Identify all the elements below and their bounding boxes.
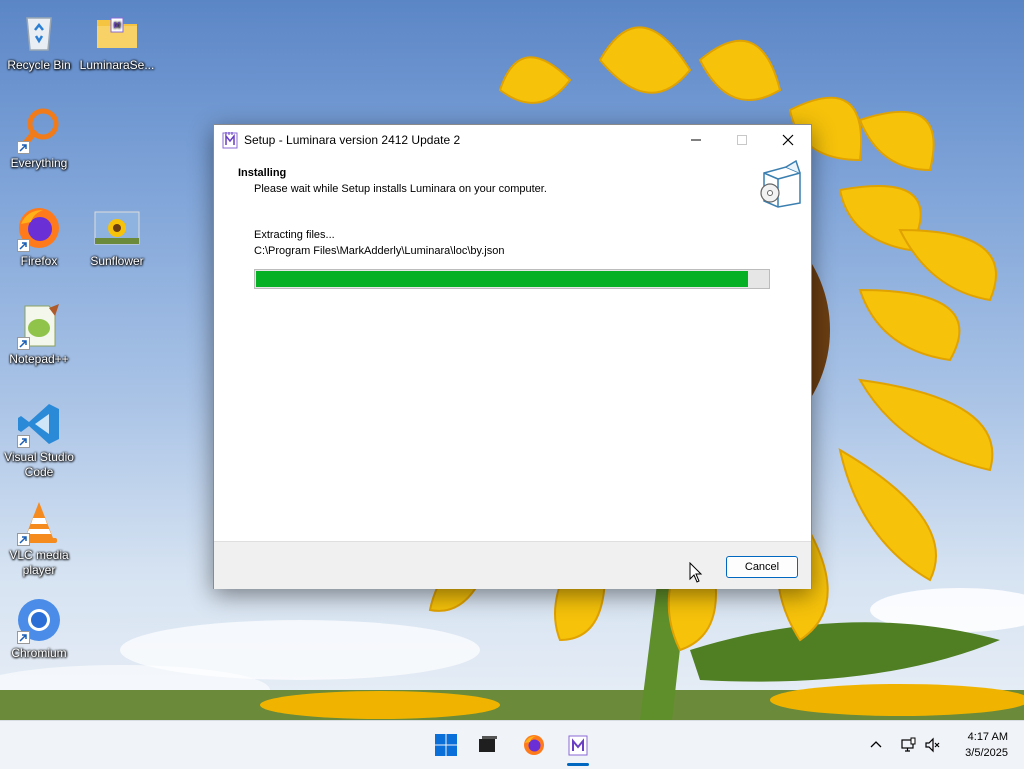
shortcut-arrow-icon [17,141,30,154]
desktop-icon-notepadpp[interactable]: Notepad++ [1,302,77,367]
notepadpp-icon [15,302,63,350]
firefox-icon [15,204,63,252]
desktop-icon-firefox[interactable]: Firefox [1,204,77,269]
shortcut-arrow-icon [17,533,30,546]
setup-box-icon [756,159,804,209]
desktop-icon-vlc[interactable]: VLC media player [1,498,77,578]
window-title: Setup - Luminara version 2412 Update 2 [244,133,461,147]
page-subheading: Please wait while Setup installs Luminar… [254,183,547,195]
windows-start-icon [435,734,457,756]
taskbar-firefox-button[interactable] [518,729,550,761]
desktop-icon-label: Everything [10,156,68,170]
taskbar-luminara-setup-button[interactable] [562,729,594,761]
task-view-button[interactable] [472,729,504,761]
everything-search-icon [15,106,63,154]
desktop-icon-luminara-folder[interactable]: M LuminaraSe... [79,8,155,73]
svg-text:M: M [114,21,121,30]
vlc-icon [15,498,63,546]
desktop-icon-chromium[interactable]: Chromium [1,596,77,661]
network-button[interactable] [898,735,918,755]
status-text: Extracting files... [254,229,335,241]
desktop-icon-label: Sunflower [90,254,144,268]
desktop-icon-label: VLC media player [9,548,69,577]
clock-date: 3/5/2025 [965,747,1008,759]
system-clock[interactable]: 4:17 AM 3/5/2025 [944,729,1008,761]
luminara-setup-icon [568,735,588,756]
taskbar: 4:17 AM 3/5/2025 [0,720,1024,769]
setup-window: Setup - Luminara version 2412 Update 2 I… [213,124,812,589]
firefox-icon [524,735,544,755]
show-hidden-icons-button[interactable] [866,735,886,755]
minimize-button[interactable] [673,125,719,155]
minimize-icon [691,139,701,141]
shortcut-arrow-icon [17,239,30,252]
shortcut-arrow-icon [17,337,30,350]
image-thumbnail-icon [93,204,141,252]
desktop-icon-label: Notepad++ [9,352,69,366]
vscode-icon [15,400,63,448]
luminara-setup-icon [222,131,238,149]
mouse-cursor-icon [689,561,703,584]
chevron-up-icon [870,741,882,748]
maximize-button [719,125,765,155]
page-heading: Installing [238,167,287,179]
progress-bar [254,269,770,289]
active-app-indicator [567,763,589,766]
volume-muted-icon [925,737,940,753]
desktop-icon-vscode[interactable]: Visual Studio Code [1,400,77,480]
close-icon [782,134,794,146]
clock-time: 4:17 AM [967,731,1008,743]
cancel-button[interactable]: Cancel [726,556,798,578]
desktop-icon-recycle-bin[interactable]: Recycle Bin [1,8,77,73]
network-icon [901,737,916,752]
chromium-icon [15,596,63,644]
current-file-path: C:\Program Files\MarkAdderly\Luminara\lo… [254,245,505,257]
recycle-bin-icon [15,8,63,56]
folder-icon: M [93,8,141,56]
wizard-header: Installing Please wait while Setup insta… [214,155,811,211]
wizard-footer: Cancel [214,541,811,589]
desktop-icon-label: Recycle Bin [7,58,71,72]
progress-bar-fill [256,271,748,287]
maximize-icon [737,135,747,145]
desktop-icon-label: Chromium [11,646,67,660]
desktop-icon-everything[interactable]: Everything [1,106,77,171]
title-bar[interactable]: Setup - Luminara version 2412 Update 2 [214,125,811,155]
start-button[interactable] [430,729,462,761]
close-button[interactable] [765,125,811,155]
shortcut-arrow-icon [17,631,30,644]
desktop-icon-label: Firefox [20,254,58,268]
desktop-icon-label: Visual Studio Code [4,450,74,479]
task-view-icon [479,736,497,752]
desktop-icon-label: LuminaraSe... [79,58,155,72]
volume-button[interactable] [922,735,942,755]
shortcut-arrow-icon [17,435,30,448]
desktop-icon-sunflower[interactable]: Sunflower [79,204,155,269]
